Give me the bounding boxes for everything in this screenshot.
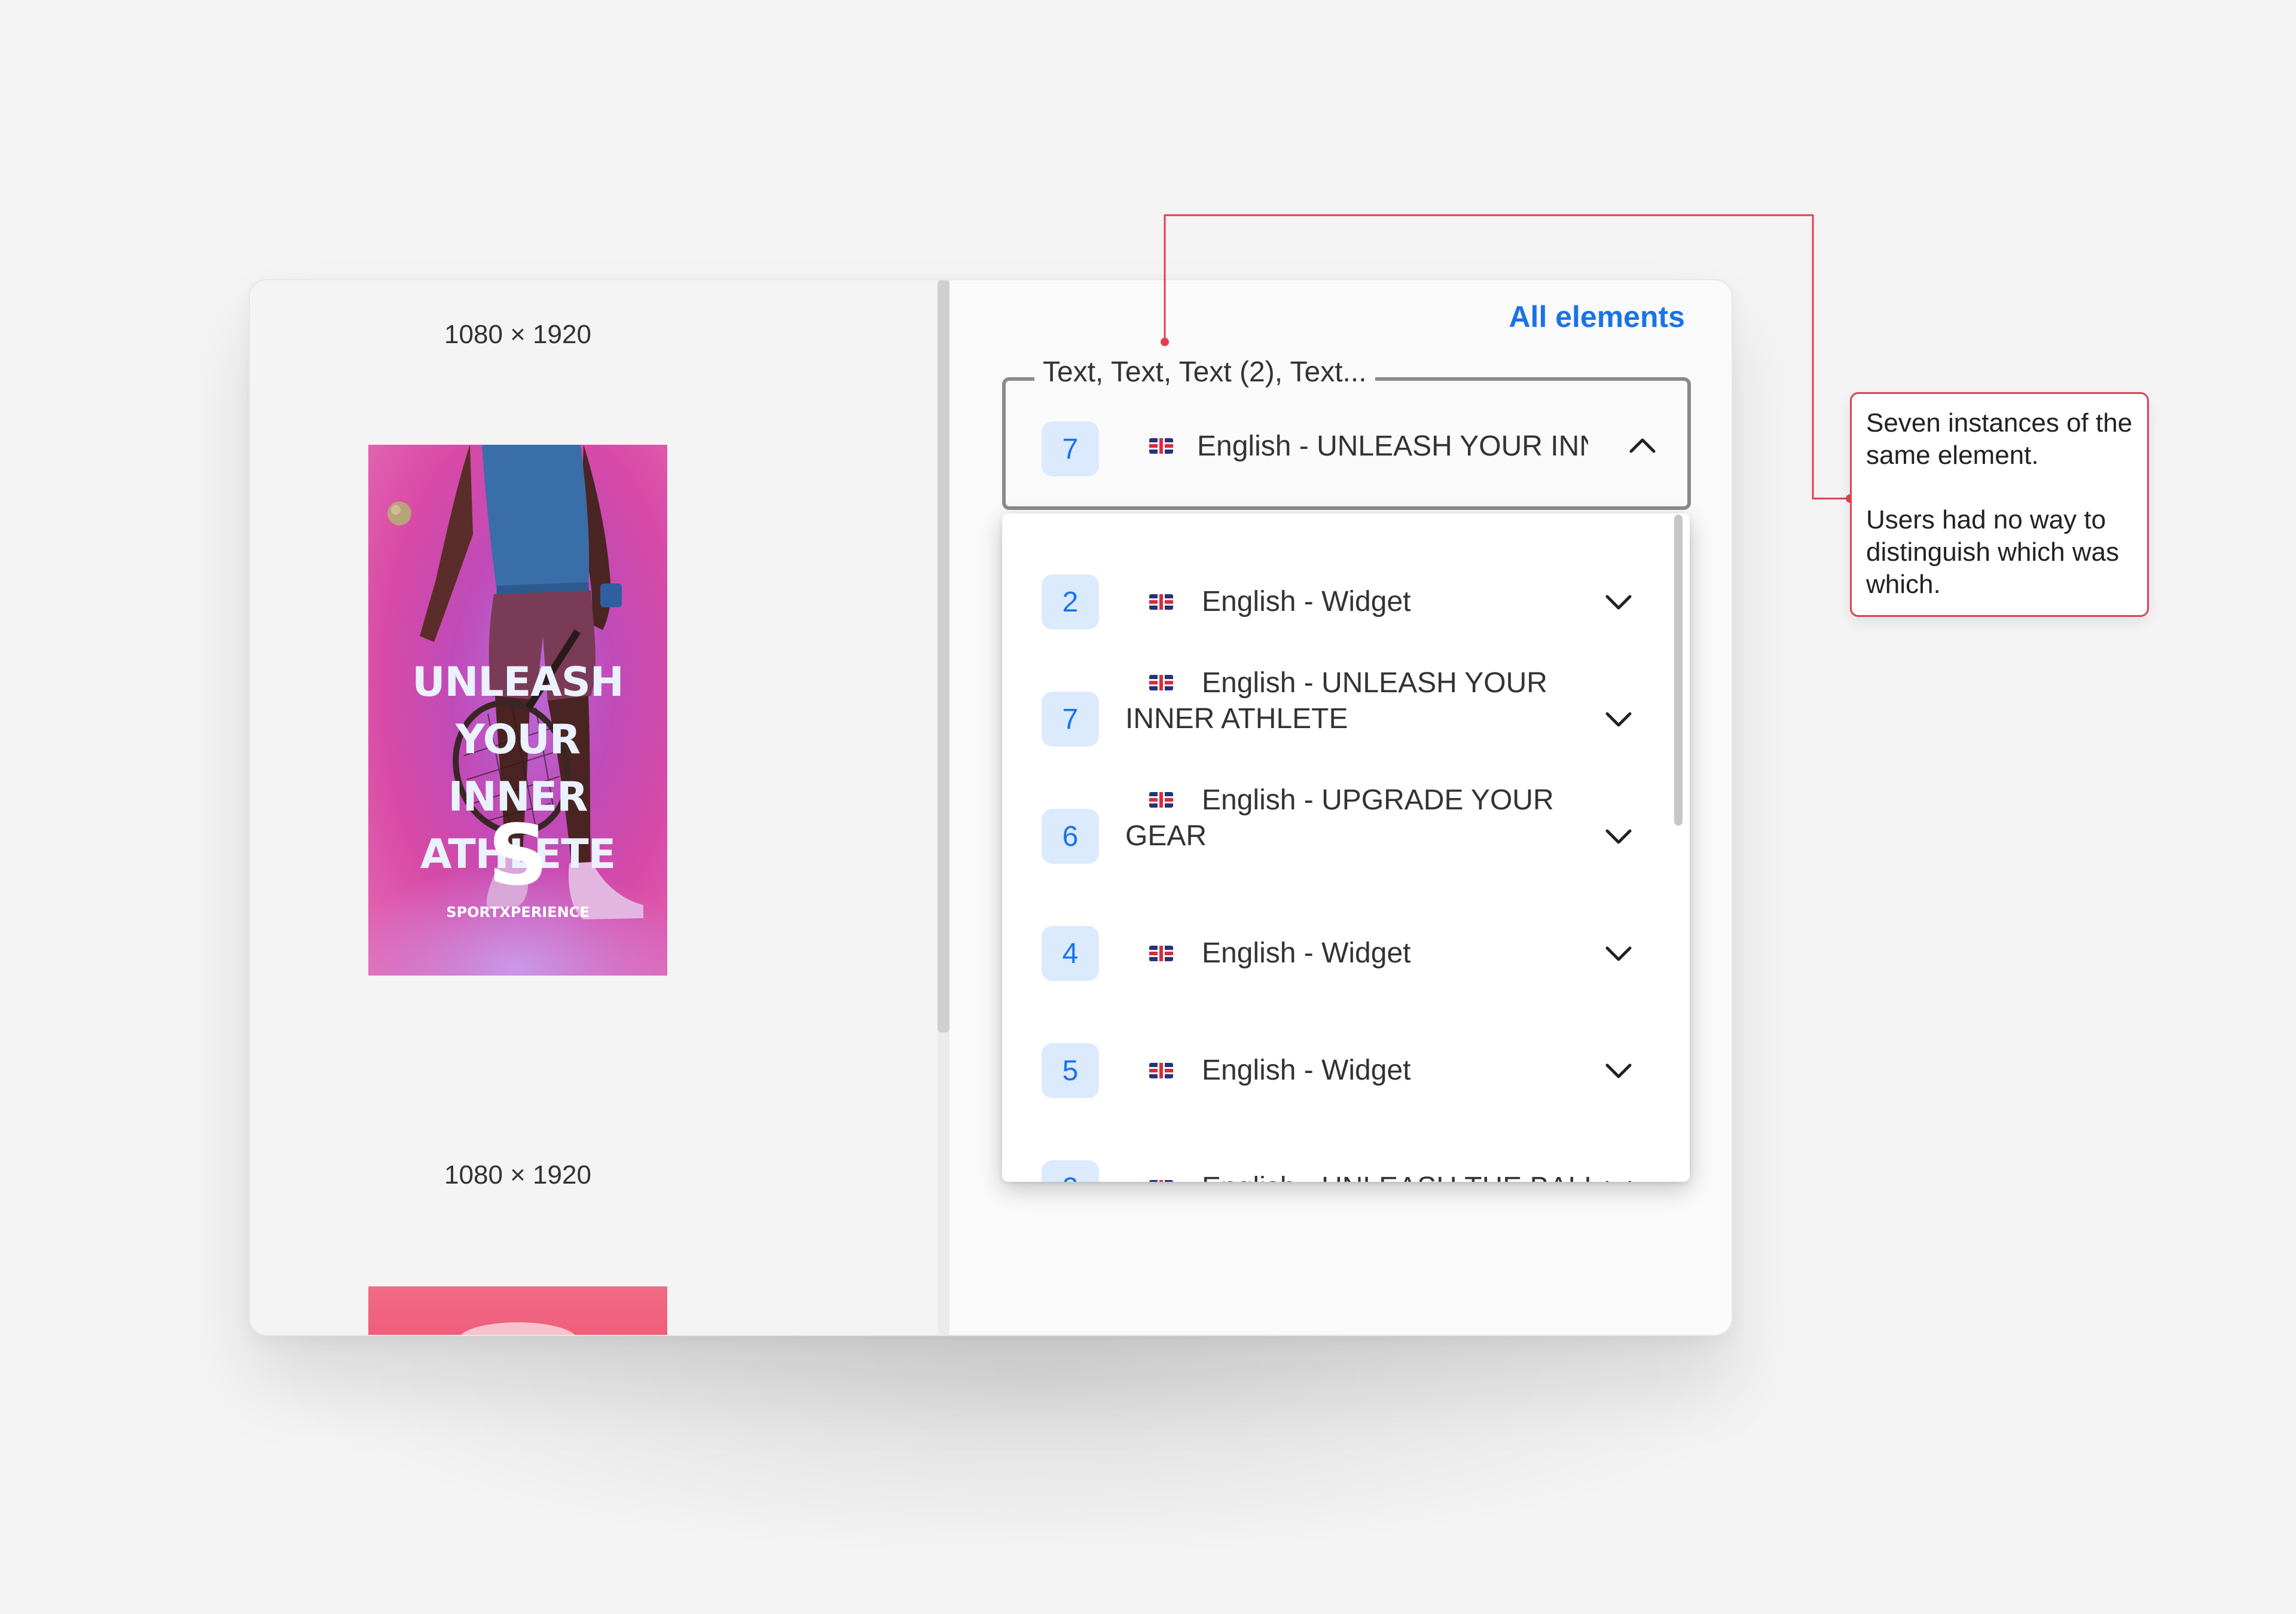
annotation-callout: Seven instances of the same element. Use… (1850, 392, 2149, 617)
annotation-connector (1161, 214, 1854, 503)
annotation-text: Users had no way to distinguish which wa… (1866, 505, 2120, 599)
annotation-text: Seven instances of the same element. (1866, 408, 2133, 470)
